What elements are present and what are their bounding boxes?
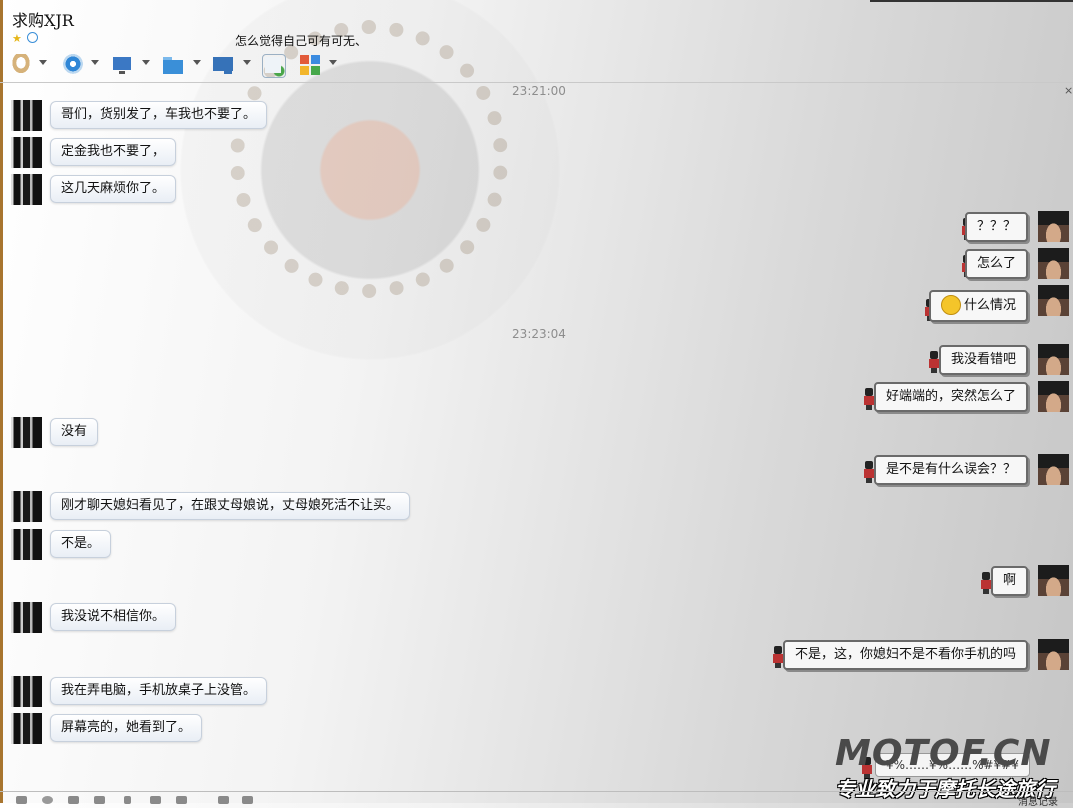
- message-timestamp: 23:21:00: [512, 84, 566, 98]
- webcam-icon: [62, 54, 84, 76]
- chevron-down-icon[interactable]: [329, 60, 337, 65]
- incoming-message: 我在弄电脑，手机放桌子上没管。: [50, 677, 268, 705]
- incoming-message: 屏幕亮的，她看到了。: [50, 714, 203, 742]
- my-avatar[interactable]: [1038, 285, 1069, 316]
- chevron-down-icon[interactable]: [193, 60, 201, 65]
- screen-share-button[interactable]: [111, 52, 153, 78]
- contact-avatar[interactable]: [11, 529, 42, 560]
- shocked-face-icon: [940, 294, 961, 315]
- apps-grid-icon: [299, 54, 321, 76]
- incoming-message: 定金我也不要了，: [50, 138, 177, 166]
- bubble-ninja-icon: [929, 351, 939, 373]
- create-group-chat-button[interactable]: [262, 52, 292, 78]
- bubble-ninja-icon: [981, 572, 991, 594]
- remote-assist-button[interactable]: [212, 52, 254, 78]
- incoming-message: 这几天麻烦你了。: [50, 175, 177, 203]
- contact-signature: 怎么觉得自己可有可无、: [235, 34, 368, 48]
- contact-avatar[interactable]: [11, 491, 42, 522]
- window-left-border: [0, 0, 3, 803]
- message-history-button[interactable]: 消息记录: [1018, 793, 1058, 808]
- star-icon: ★: [12, 32, 22, 45]
- outgoing-message-text: 什么情况: [963, 298, 1016, 313]
- new-group-chat-icon: [262, 54, 286, 78]
- outgoing-message: 什么情况: [928, 290, 1028, 322]
- file-transfer-icon: [162, 54, 184, 76]
- outgoing-message: 是不是有什么误会？？: [873, 455, 1028, 485]
- contact-avatar[interactable]: [11, 174, 42, 205]
- voice-call-button[interactable]: [10, 52, 50, 78]
- bubble-ninja-icon: [864, 461, 874, 483]
- incoming-message: 我没说不相信你。: [50, 603, 177, 631]
- contact-avatar[interactable]: [11, 676, 42, 707]
- my-avatar[interactable]: [1038, 381, 1069, 412]
- video-call-button[interactable]: [62, 52, 102, 78]
- bubble-ninja-icon: [773, 646, 783, 668]
- my-avatar[interactable]: [1038, 454, 1069, 485]
- my-avatar[interactable]: [1038, 639, 1069, 670]
- screen-share-icon: [111, 54, 133, 76]
- my-avatar[interactable]: [1038, 344, 1069, 375]
- chevron-down-icon[interactable]: [91, 60, 99, 65]
- outgoing-message: 啊: [990, 566, 1028, 596]
- microphone-icon: [10, 54, 32, 76]
- outgoing-message: 我没看错吧: [938, 345, 1028, 375]
- outgoing-message: 好端端的，突然怎么了: [873, 382, 1028, 412]
- qzone-icon[interactable]: [27, 32, 38, 43]
- chevron-down-icon[interactable]: [39, 60, 47, 65]
- remote-assist-icon: [212, 54, 234, 76]
- input-toolbar: [0, 791, 1073, 804]
- chat-header: 求购XJR ★ 怎么觉得自己可有可无、: [0, 0, 1073, 83]
- outgoing-message: 不是，这，你媳妇不是不看你手机的吗: [782, 640, 1028, 670]
- incoming-message: 不是。: [50, 530, 112, 558]
- contact-avatar[interactable]: [11, 100, 42, 131]
- incoming-message: 没有: [50, 418, 99, 446]
- my-avatar[interactable]: [1038, 565, 1069, 596]
- incoming-message: 哥们，货别发了，车我也不要了。: [50, 101, 268, 129]
- message-timestamp: 23:23:04: [512, 327, 566, 341]
- contact-name: 求购XJR: [12, 11, 74, 30]
- bubble-ninja-icon: [864, 388, 874, 410]
- incoming-message: 刚才聊天媳妇看见了，在跟丈母娘说，丈母娘死活不让买。: [50, 492, 411, 520]
- contact-avatar[interactable]: [11, 417, 42, 448]
- outgoing-message: ？？？: [964, 212, 1028, 242]
- apps-button[interactable]: [299, 52, 339, 78]
- watermark-logo-text: MOTOF.CN: [835, 733, 1052, 774]
- contact-avatar[interactable]: [11, 602, 42, 633]
- my-avatar[interactable]: [1038, 248, 1069, 279]
- contact-avatar[interactable]: [11, 713, 42, 744]
- my-avatar[interactable]: [1038, 211, 1069, 242]
- send-file-button[interactable]: [162, 52, 204, 78]
- chevron-down-icon[interactable]: [243, 60, 251, 65]
- chevron-down-icon[interactable]: [142, 60, 150, 65]
- outgoing-message: 怎么了: [964, 249, 1028, 279]
- contact-avatar[interactable]: [11, 137, 42, 168]
